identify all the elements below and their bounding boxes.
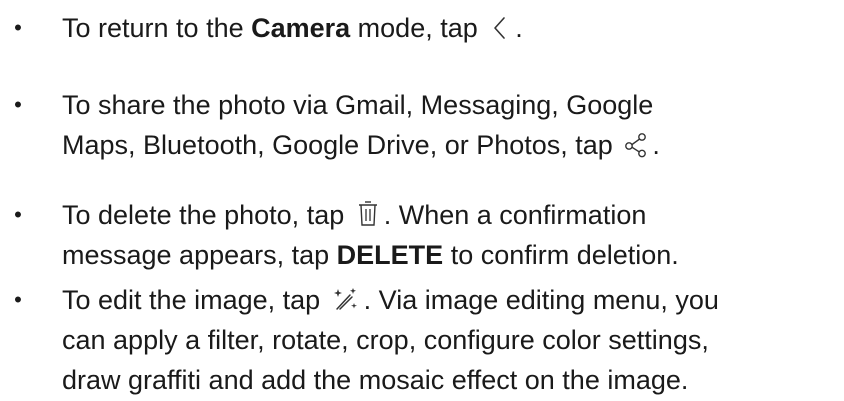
list-item-return-camera: • To return to the Camera mode, tap .: [0, 8, 523, 48]
magic-wand-icon: [332, 285, 360, 313]
list-item-delete: • To delete the photo, tap . When a conf…: [0, 195, 679, 275]
text: To return to the: [62, 13, 252, 43]
text: message appears, tap: [62, 240, 337, 270]
bullet: •: [14, 287, 22, 312]
delete-label: DELETE: [336, 240, 444, 270]
bullet: •: [14, 202, 22, 227]
text: . When a confirmation: [383, 200, 647, 230]
text: Maps, Bluetooth, Google Drive, or Photos…: [62, 130, 621, 160]
back-chevron-icon: [489, 15, 511, 41]
text: To edit the image, tap: [62, 285, 328, 315]
share-icon: [624, 132, 648, 158]
trash-icon: [356, 200, 380, 228]
text: draw graffiti and add the mosaic effect …: [62, 365, 689, 395]
bullet: •: [14, 15, 22, 40]
text: .: [515, 13, 523, 43]
list-item-edit: • To edit the image, tap . Via image edi…: [0, 280, 719, 400]
text: .: [652, 130, 660, 160]
text: can apply a filter, rotate, crop, config…: [62, 325, 709, 355]
text: To share the photo via Gmail, Messaging,…: [62, 90, 654, 120]
list-item-share: • To share the photo via Gmail, Messagin…: [0, 85, 660, 165]
text: to confirm deletion.: [443, 240, 679, 270]
camera-label: Camera: [251, 13, 351, 43]
bullet: •: [14, 92, 22, 117]
text: To delete the photo, tap: [62, 200, 352, 230]
text: mode, tap: [350, 13, 486, 43]
text: . Via image editing menu, you: [363, 285, 719, 315]
